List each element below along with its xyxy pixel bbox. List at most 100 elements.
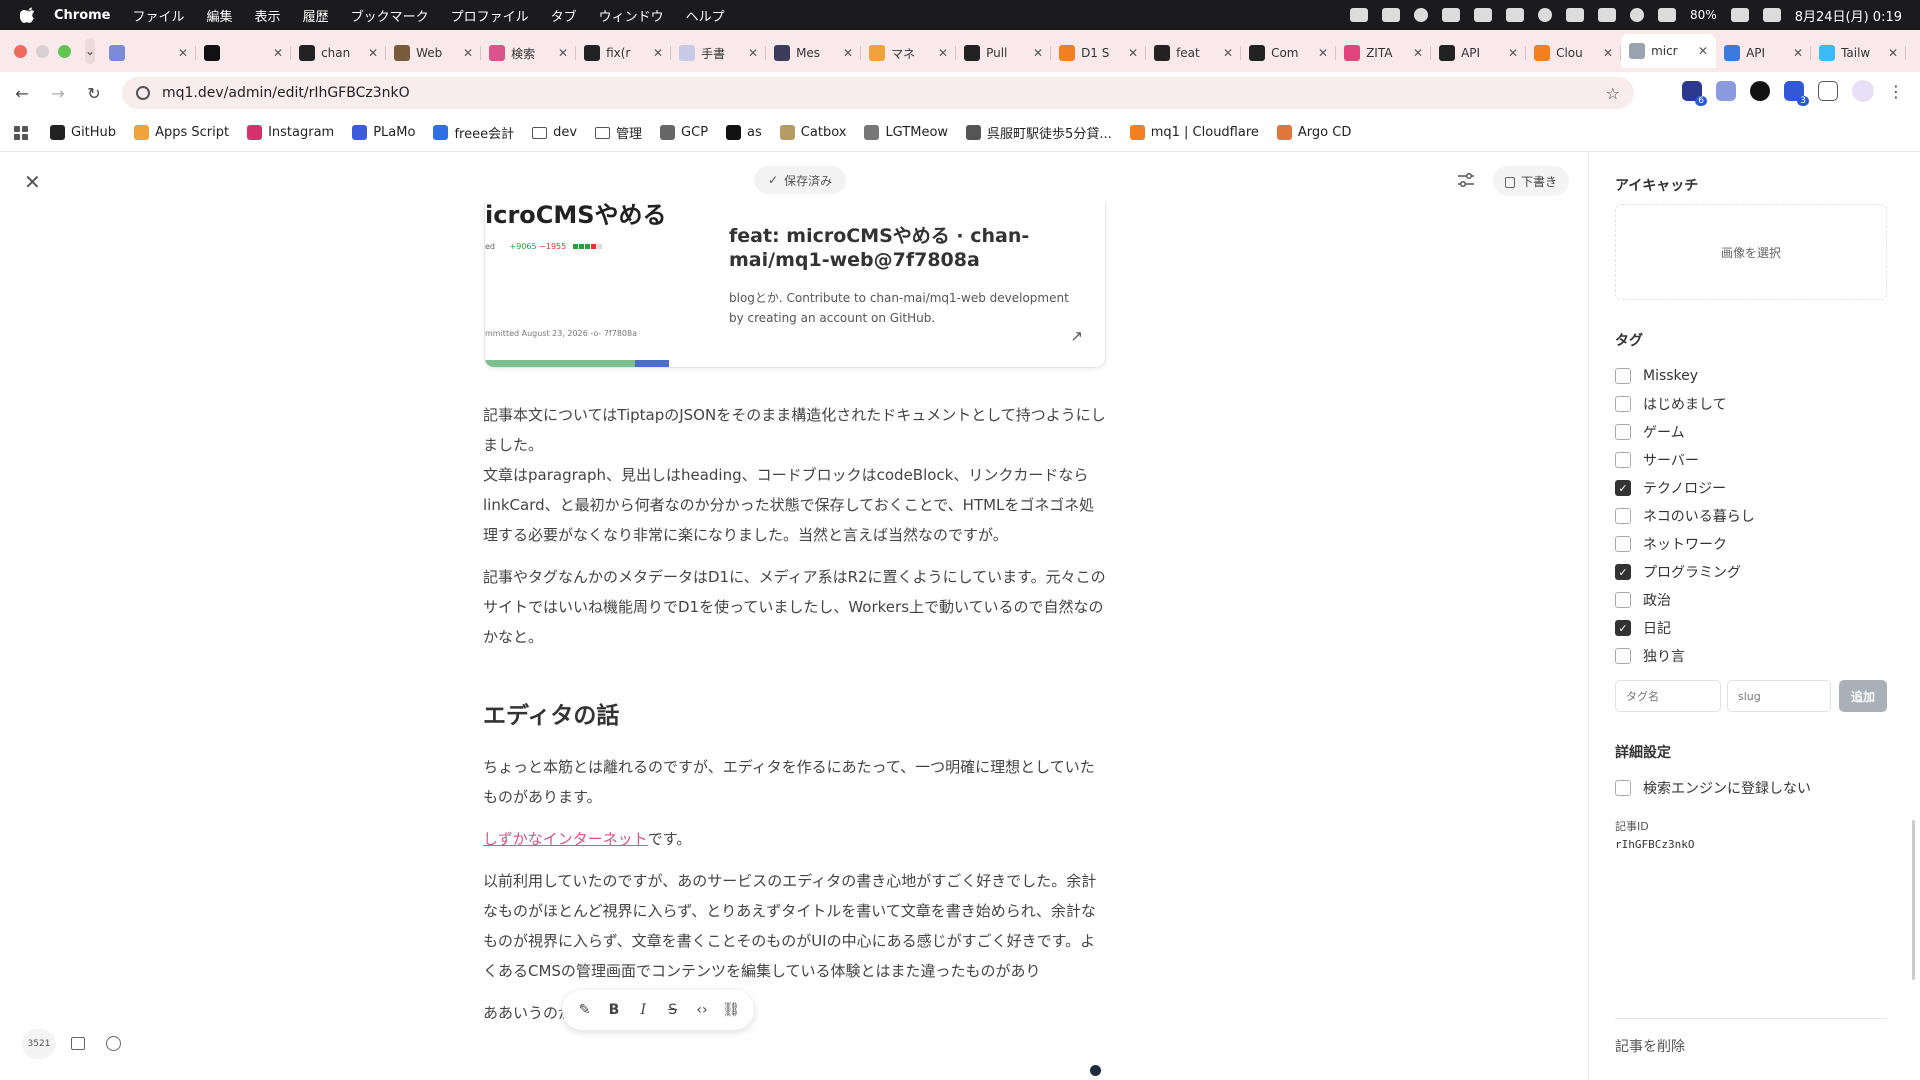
tag-label[interactable]: 政治 [1643, 590, 1671, 610]
bookmark-label[interactable]: dev [553, 125, 577, 140]
tag-label[interactable]: プログラミング [1643, 562, 1741, 582]
tag-checkbox[interactable] [1615, 424, 1631, 440]
tag-label[interactable]: はじめまして [1643, 394, 1727, 414]
site-info-icon[interactable] [136, 86, 150, 100]
url-text[interactable]: mq1.dev/admin/edit/rIhGFBCz3nkO [162, 85, 410, 101]
settings-sliders-icon[interactable] [1458, 173, 1474, 187]
paragraph-line[interactable]: 記事本文についてはTiptapのJSONをそのまま構造化されたドキュメントとして… [483, 406, 1106, 454]
tag-checkbox[interactable] [1615, 368, 1631, 384]
bookmark-item[interactable]: 呉服町駅徒歩5分貸... [966, 123, 1112, 142]
tag-label[interactable]: ゲーム [1643, 422, 1685, 442]
draft-status-button[interactable]: 下書き [1493, 166, 1570, 196]
tag-row[interactable]: ゲーム [1615, 418, 1755, 446]
bookmark-item[interactable]: Apps Script [134, 125, 229, 140]
tab-search-button[interactable]: ⌄ [85, 38, 96, 64]
paragraph[interactable]: 記事本文についてはTiptapのJSONをそのまま構造化されたドキュメントとして… [483, 400, 1109, 550]
browser-tab[interactable]: API ✕ [1431, 38, 1527, 68]
close-tab-icon[interactable]: ✕ [558, 46, 568, 60]
tab-title[interactable]: 手書 [701, 45, 744, 62]
bookmark-item[interactable]: GitHub [50, 125, 116, 140]
browser-tab[interactable]: chan ✕ [291, 38, 387, 68]
bookmark-item[interactable]: as [726, 125, 762, 140]
extension-icon[interactable] [1716, 81, 1736, 101]
menu-tab[interactable]: タブ [551, 6, 577, 25]
close-tab-icon[interactable]: ✕ [1793, 46, 1803, 60]
menu-view[interactable]: 表示 [255, 6, 281, 25]
browser-tab[interactable]: Pull ✕ [956, 38, 1052, 68]
control-center-icon[interactable] [1762, 8, 1781, 22]
article-link[interactable]: しずかなインターネット [483, 830, 648, 848]
bookmark-label[interactable]: Argo CD [1298, 125, 1351, 140]
close-tab-icon[interactable]: ✕ [653, 46, 663, 60]
link-button[interactable]: ⛓ [720, 1002, 742, 1018]
bookmark-item[interactable]: freee会計 [433, 123, 514, 142]
image-icon[interactable] [71, 1037, 85, 1050]
select-image-dropzone[interactable]: 画像を選択 [1615, 204, 1887, 300]
browser-tab[interactable]: ZITA ✕ [1336, 38, 1432, 68]
tag-checkbox[interactable]: ✓ [1615, 564, 1631, 580]
bookmark-star-icon[interactable]: ☆ [1606, 84, 1620, 103]
close-tab-icon[interactable]: ✕ [1698, 44, 1708, 58]
extension-icon[interactable] [1750, 81, 1770, 101]
tag-row[interactable]: 独り言 [1615, 642, 1755, 670]
close-tab-icon[interactable]: ✕ [1603, 46, 1613, 60]
browser-tab[interactable]: Web ✕ [386, 38, 482, 68]
menu-edit[interactable]: 編集 [207, 6, 233, 25]
menu-profiles[interactable]: プロファイル [451, 6, 529, 25]
browser-tab[interactable]: Mes ✕ [766, 38, 862, 68]
external-link-icon[interactable]: ↗ [1070, 327, 1083, 345]
browser-tab[interactable]: micr ✕ [1621, 34, 1717, 68]
bookmark-label[interactable]: GCP [681, 125, 708, 140]
tag-row[interactable]: Misskey [1615, 362, 1755, 390]
menu-file[interactable]: ファイル [133, 6, 185, 25]
close-tab-icon[interactable]: ✕ [1223, 46, 1233, 60]
bookmark-item[interactable]: Catbox [779, 125, 847, 140]
close-tab-icon[interactable]: ✕ [1033, 46, 1043, 60]
tag-row[interactable]: ✓ テクノロジー [1615, 474, 1755, 502]
back-button[interactable]: ← [8, 84, 36, 103]
tab-title[interactable]: API [1746, 46, 1789, 60]
browser-tab[interactable]: Tailw ✕ [1811, 38, 1907, 68]
tray-app-icon[interactable] [1506, 8, 1525, 22]
bookmark-label[interactable]: PLaMo [373, 125, 415, 140]
ai-wand-icon[interactable]: ✎ [574, 1002, 596, 1018]
tag-name-input[interactable] [1615, 680, 1721, 712]
strikethrough-button[interactable]: S [662, 1002, 684, 1018]
paragraph[interactable]: ちょっと本筋とは離れるのですが、エディタを作るにあたって、一つ明確に理想としてい… [483, 752, 1109, 812]
browser-tab[interactable]: D1 S ✕ [1051, 38, 1147, 68]
browser-tab[interactable]: ✕ [101, 38, 197, 68]
tag-label[interactable]: サーバー [1643, 450, 1699, 470]
seo-noindex-checkbox[interactable] [1615, 780, 1631, 796]
add-tag-button[interactable]: 追加 [1839, 680, 1887, 712]
close-tab-icon[interactable]: ✕ [748, 46, 758, 60]
address-bar[interactable]: mq1.dev/admin/edit/rIhGFBCz3nkO ☆ [122, 77, 1634, 109]
wifi-icon[interactable] [1730, 8, 1749, 22]
extension-icon[interactable]: 6 [1682, 81, 1707, 106]
browser-tab[interactable]: feat ✕ [1146, 38, 1242, 68]
bookmark-item[interactable]: Instagram [247, 125, 334, 140]
close-tab-icon[interactable]: ✕ [178, 46, 188, 60]
bookmark-folder[interactable]: 管理 [595, 123, 642, 142]
tag-checkbox[interactable]: ✓ [1615, 620, 1631, 636]
paragraph[interactable]: しずかなインターネットです。 [483, 824, 1109, 854]
bookmark-label[interactable]: Catbox [801, 125, 847, 140]
tab-title[interactable]: fix(r [606, 46, 649, 60]
tag-row[interactable]: ✓ プログラミング [1615, 558, 1755, 586]
tab-title[interactable]: ZITA [1366, 46, 1409, 60]
minimize-window-button[interactable] [36, 44, 49, 58]
browser-tab[interactable]: 検索 ✕ [481, 38, 577, 68]
close-editor-button[interactable]: ✕ [24, 170, 41, 194]
seo-noindex-row[interactable]: 検索エンジンに登録しない [1615, 778, 1811, 798]
extensions-puzzle-icon[interactable] [1818, 81, 1838, 101]
bookmark-label[interactable]: 管理 [616, 123, 642, 142]
tray-app-icon[interactable] [1630, 8, 1645, 22]
browser-tab[interactable]: 手書 ✕ [671, 38, 767, 68]
close-tab-icon[interactable]: ✕ [843, 46, 853, 60]
tray-app-icon[interactable] [1538, 8, 1553, 22]
link-suffix[interactable]: です。 [648, 830, 692, 848]
battery-status[interactable]: 80% [1690, 8, 1717, 22]
tray-line-icon[interactable] [1414, 8, 1429, 22]
tag-row[interactable]: はじめまして [1615, 390, 1755, 418]
bookmark-label[interactable]: as [747, 125, 762, 140]
apple-logo-icon[interactable] [20, 7, 36, 23]
